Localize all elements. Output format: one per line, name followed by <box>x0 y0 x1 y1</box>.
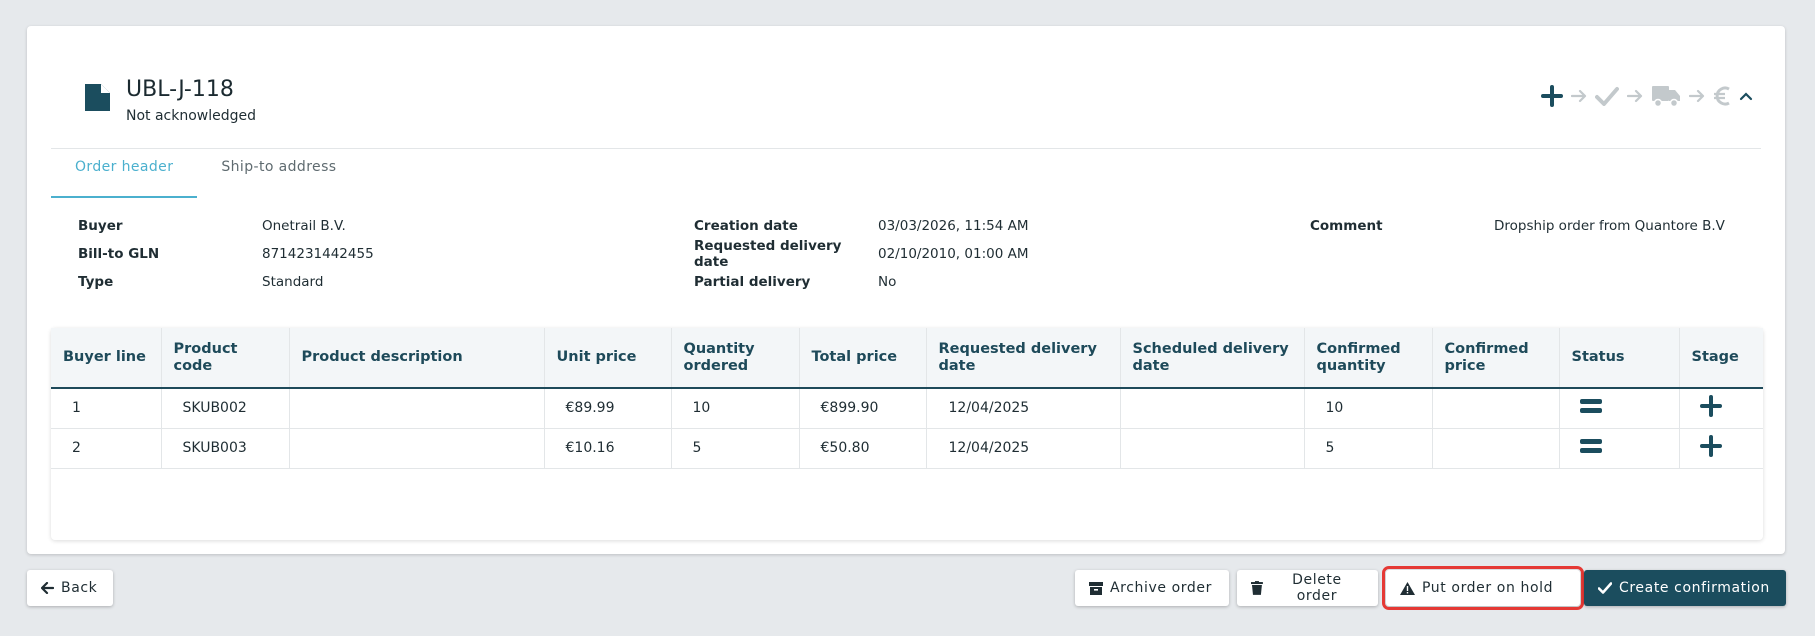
cell-confirmed-price <box>1432 428 1560 468</box>
column-header[interactable]: Requested delivery date <box>926 328 1121 389</box>
field-label-bill-to-gln: Bill-to GLN <box>78 246 160 262</box>
arrow-right-icon <box>1571 89 1587 103</box>
delete-order-label: Delete order <box>1292 572 1342 604</box>
document-icon <box>85 84 110 111</box>
arrow-right-icon <box>1627 89 1643 103</box>
field-value-requested-delivery-date: 02/10/2010, 01:00 AM <box>878 246 1029 262</box>
order-fields: Buyer Onetrail B.V. Bill-to GLN 8714231442… <box>78 212 1768 302</box>
trash-icon <box>1251 581 1263 595</box>
order-header: UBL-J-118 Not acknowledged <box>51 48 1761 149</box>
field-value-bill-to-gln: 8714231442455 <box>262 246 374 262</box>
order-status: Not acknowledged <box>126 108 257 124</box>
field-label-comment: Comment <box>1310 218 1383 234</box>
arrow-right-icon <box>1689 89 1705 103</box>
cell-unit-price: €10.16 <box>544 428 672 468</box>
order-title: UBL-J-118 <box>126 77 234 102</box>
euro-icon <box>1714 86 1730 106</box>
cell-requested-delivery-date: 12/04/2025 <box>926 388 1121 428</box>
column-header[interactable]: Buyer line <box>51 328 162 389</box>
archive-icon <box>1089 581 1103 595</box>
column-header[interactable]: Scheduled delivery date <box>1120 328 1305 389</box>
cell-total-price: €899.90 <box>799 388 927 428</box>
field-label-buyer: Buyer <box>78 218 123 234</box>
archive-order-button[interactable]: Archive order <box>1075 570 1229 606</box>
warning-icon <box>1400 581 1415 595</box>
cell-stage <box>1679 388 1763 428</box>
tab-bar: Order header Ship-to address <box>51 143 360 198</box>
table-row[interactable]: 2 SKUB003 €10.16 5 €50.80 12/04/2025 5 <box>51 428 1763 468</box>
cell-status <box>1559 388 1680 428</box>
plus-icon <box>1699 435 1722 457</box>
cell-scheduled-delivery-date <box>1120 428 1305 468</box>
cell-product-code: SKUB002 <box>161 388 290 428</box>
cell-quantity-ordered: 5 <box>671 428 800 468</box>
table-row[interactable]: 1 SKUB002 €89.99 10 €899.90 12/04/2025 1… <box>51 388 1763 428</box>
plus-icon <box>1541 85 1563 107</box>
column-header[interactable]: Confirmed quantity <box>1304 328 1433 389</box>
cell-quantity-ordered: 10 <box>671 388 800 428</box>
fields-column-3: Comment Dropship order from Quantore B.V <box>1310 212 1725 240</box>
archive-order-label: Archive order <box>1110 580 1212 596</box>
fields-column-2: Creation date 03/03/2026, 11:54 AM Reques… <box>694 212 1028 296</box>
truck-icon <box>1652 86 1680 108</box>
stage-progress <box>1541 84 1753 108</box>
equals-icon <box>1579 399 1602 414</box>
cell-confirmed-quantity: 10 <box>1304 388 1433 428</box>
cell-scheduled-delivery-date <box>1120 388 1305 428</box>
order-card: UBL-J-118 Not acknowledged Order header … <box>27 26 1785 554</box>
cell-unit-price: €89.99 <box>544 388 672 428</box>
field-value-creation-date: 03/03/2026, 11:54 AM <box>878 218 1029 234</box>
column-header[interactable]: Product code <box>161 328 290 389</box>
back-button-label: Back <box>61 580 98 596</box>
cell-stage <box>1679 428 1763 468</box>
column-header[interactable]: Unit price <box>544 328 672 389</box>
equals-icon <box>1579 439 1602 453</box>
cell-confirmed-price <box>1432 388 1560 428</box>
field-value-type: Standard <box>262 274 324 290</box>
order-lines-table: Buyer line Product code Product descript… <box>51 328 1763 540</box>
column-header[interactable]: Stage <box>1679 328 1763 389</box>
cell-buyer-line: 2 <box>51 428 162 468</box>
put-order-on-hold-label: Put order on hold <box>1422 580 1554 596</box>
cell-confirmed-quantity: 5 <box>1304 428 1433 468</box>
tab-order-header[interactable]: Order header <box>51 143 198 198</box>
field-value-partial-delivery: No <box>878 274 897 290</box>
field-label-requested-delivery-date: Requested delivery date <box>694 238 842 270</box>
field-label-partial-delivery: Partial delivery <box>694 274 811 290</box>
field-value-buyer: Onetrail B.V. <box>262 218 346 234</box>
cell-requested-delivery-date: 12/04/2025 <box>926 428 1121 468</box>
column-header[interactable]: Status <box>1559 328 1680 389</box>
table-header-row: Buyer line Product code Product descript… <box>51 328 1763 389</box>
field-value-comment: Dropship order from Quantore B.V <box>1494 218 1725 234</box>
back-button[interactable]: Back <box>27 570 113 606</box>
field-label-type: Type <box>78 274 114 290</box>
cell-buyer-line: 1 <box>51 388 162 428</box>
column-header[interactable]: Quantity ordered <box>671 328 800 389</box>
chevron-up-icon[interactable] <box>1739 91 1753 101</box>
cell-status <box>1559 428 1680 468</box>
check-icon <box>1598 582 1612 594</box>
create-confirmation-label: Create confirmation <box>1619 580 1770 596</box>
column-header[interactable]: Total price <box>799 328 927 389</box>
field-label-creation-date: Creation date <box>694 218 798 234</box>
check-icon <box>1595 87 1619 106</box>
delete-order-button[interactable]: Delete order <box>1237 570 1378 606</box>
column-header[interactable]: Confirmed price <box>1432 328 1560 389</box>
put-order-on-hold-button[interactable]: Put order on hold <box>1382 566 1584 610</box>
cell-product-code: SKUB003 <box>161 428 290 468</box>
cell-total-price: €50.80 <box>799 428 927 468</box>
cell-product-description <box>289 388 545 428</box>
fields-column-1: Buyer Onetrail B.V. Bill-to GLN 8714231442… <box>78 212 374 296</box>
arrow-left-icon <box>41 582 54 594</box>
cell-product-description <box>289 428 545 468</box>
column-header[interactable]: Product description <box>289 328 545 389</box>
tab-ship-to-address[interactable]: Ship-to address <box>197 143 360 198</box>
create-confirmation-button[interactable]: Create confirmation <box>1584 570 1786 606</box>
plus-icon <box>1699 395 1722 418</box>
